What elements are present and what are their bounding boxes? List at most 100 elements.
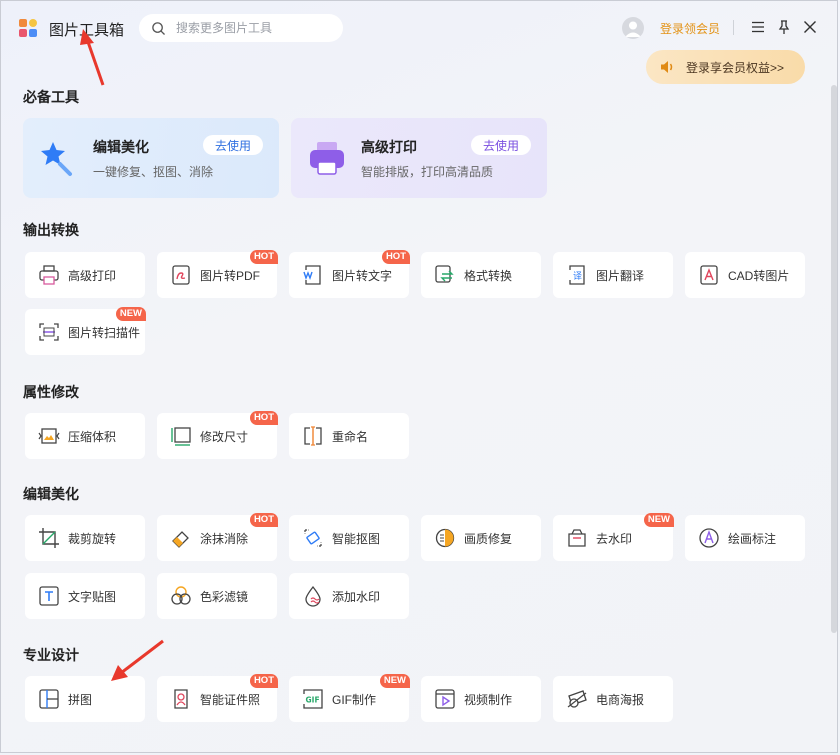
tool-label: 视频制作 (464, 692, 513, 707)
close-icon[interactable] (802, 19, 818, 35)
tool-label: 文字贴图 (68, 589, 117, 604)
tool-image-to-text[interactable]: 图片转文字 HOT (289, 250, 410, 298)
new-badge: NEW (643, 513, 674, 527)
tool-rename[interactable]: 重命名 (289, 413, 409, 459)
tool-text-sticker[interactable]: 文字贴图 (25, 573, 145, 619)
tool-image-translate[interactable]: 译 图片翻译 (553, 252, 673, 298)
watermark-drop-icon (301, 584, 325, 608)
section-title-edit: 编辑美化 (23, 486, 79, 502)
tool-label: 修改尺寸 (200, 429, 249, 444)
compress-icon (37, 424, 61, 448)
convert-icon (433, 263, 457, 287)
id-photo-icon (169, 687, 193, 711)
tool-label: GIF制作 (332, 692, 376, 707)
tool-ecommerce-poster[interactable]: 电商海报 (553, 676, 673, 722)
collage-icon (37, 687, 61, 711)
hot-badge: HOT (381, 250, 410, 264)
speaker-icon (661, 61, 673, 73)
new-badge: NEW (115, 307, 146, 321)
color-filter-icon (169, 584, 193, 608)
tool-label: 压缩体积 (68, 429, 117, 444)
scan-icon (37, 320, 61, 344)
tool-label: 图片转文字 (332, 268, 393, 283)
tool-crop-rotate[interactable]: 裁剪旋转 (25, 515, 145, 561)
tool-remove-watermark[interactable]: 去水印 NEW (553, 513, 674, 561)
hot-badge: HOT (249, 513, 278, 527)
feature-title: 编辑美化 (93, 139, 149, 155)
avatar[interactable] (622, 17, 644, 39)
tool-label: 智能抠图 (332, 531, 381, 546)
eraser-icon (169, 526, 193, 550)
tool-video-maker[interactable]: 视频制作 (421, 676, 541, 722)
feature-card-print[interactable]: 高级打印 智能排版，打印高清品质 去使用 (291, 118, 547, 198)
tool-label: 智能证件照 (200, 692, 261, 707)
tool-smudge-erase[interactable]: 涂抹消除 HOT (157, 513, 278, 561)
search-input[interactable] (174, 20, 338, 36)
tool-smart-cutout[interactable]: 智能抠图 (289, 515, 409, 561)
draw-annotate-icon (697, 526, 721, 550)
resize-icon (169, 424, 193, 448)
tool-label: 重命名 (332, 429, 369, 444)
tool-compress-size[interactable]: 压缩体积 (25, 413, 145, 459)
tool-label: 格式转换 (464, 268, 513, 283)
hot-badge: HOT (249, 250, 278, 264)
login-member-link[interactable]: 登录领会员 (660, 20, 720, 37)
cutout-icon (301, 526, 325, 550)
tool-image-to-scan[interactable]: 图片转扫描件 NEW (25, 307, 146, 355)
tool-label: 图片转PDF (200, 268, 261, 283)
feature-card-edit[interactable]: 编辑美化 一键修复、抠图、消除 去使用 (23, 118, 279, 198)
tool-add-watermark[interactable]: 添加水印 (289, 573, 409, 619)
tool-label: 色彩滤镜 (200, 589, 249, 604)
search-icon (152, 21, 165, 35)
svg-text:GIF: GIF (306, 696, 320, 705)
vip-button-label: 登录享会员权益>> (686, 60, 785, 75)
cad-icon (697, 263, 721, 287)
gif-icon: GIF (301, 687, 325, 711)
search-box[interactable] (139, 14, 343, 42)
use-button[interactable]: 去使用 (203, 135, 263, 155)
section-title-pro: 专业设计 (23, 647, 79, 663)
annotation-arrow-title (80, 29, 105, 86)
tool-format-convert[interactable]: 格式转换 (421, 252, 541, 298)
pdf-file-icon (169, 263, 193, 287)
pin-icon[interactable] (776, 19, 792, 35)
word-doc-icon (301, 263, 325, 287)
tool-label: 图片转扫描件 (68, 325, 141, 340)
menu-icon[interactable] (750, 19, 766, 35)
hot-badge: HOT (249, 411, 278, 425)
hot-badge: HOT (249, 674, 278, 688)
tool-resize[interactable]: 修改尺寸 HOT (157, 411, 278, 459)
video-icon (433, 687, 457, 711)
rename-icon (301, 424, 325, 448)
app-logo-icon (19, 19, 37, 37)
tool-draw-annotate[interactable]: 绘画标注 (685, 515, 805, 561)
magic-wand-icon (41, 142, 72, 176)
tool-color-filter[interactable]: 色彩滤镜 (157, 573, 277, 619)
tool-label: 去水印 (596, 531, 633, 546)
tool-id-photo[interactable]: 智能证件照 HOT (157, 674, 278, 722)
tool-label: 画质修复 (464, 531, 513, 546)
tool-label: 涂抹消除 (200, 531, 249, 546)
scrollbar[interactable] (831, 85, 837, 633)
tool-quality-repair[interactable]: 画质修复 (421, 515, 541, 561)
header-divider (733, 20, 734, 35)
quality-repair-icon (433, 526, 457, 550)
section-title-output: 输出转换 (23, 222, 79, 238)
vip-benefits-button[interactable]: 登录享会员权益>> (646, 50, 805, 84)
use-button[interactable]: 去使用 (471, 135, 531, 155)
tool-advanced-print[interactable]: 高级打印 (25, 252, 145, 298)
tool-label: 高级打印 (68, 268, 117, 283)
tool-gif-maker[interactable]: GIF GIF制作 NEW (289, 674, 410, 722)
feature-desc: 智能排版，打印高清品质 (361, 165, 494, 179)
feature-title: 高级打印 (361, 139, 417, 155)
text-icon (37, 584, 61, 608)
image-toolbox-window: 图片工具箱 登录领会员 登录享会员权益>> 必备工具 编辑美化 一键修复、抠图、… (0, 0, 838, 753)
section-title-essential: 必备工具 (23, 89, 79, 105)
translate-icon: 译 (565, 263, 589, 287)
tool-label: 拼图 (68, 692, 93, 707)
tool-cad-to-image[interactable]: CAD转图片 (685, 252, 805, 298)
section-title-attribute: 属性修改 (23, 384, 79, 400)
tool-label: 图片翻译 (596, 268, 645, 283)
poster-icon (565, 687, 589, 711)
tool-image-to-pdf[interactable]: 图片转PDF HOT (157, 250, 278, 298)
